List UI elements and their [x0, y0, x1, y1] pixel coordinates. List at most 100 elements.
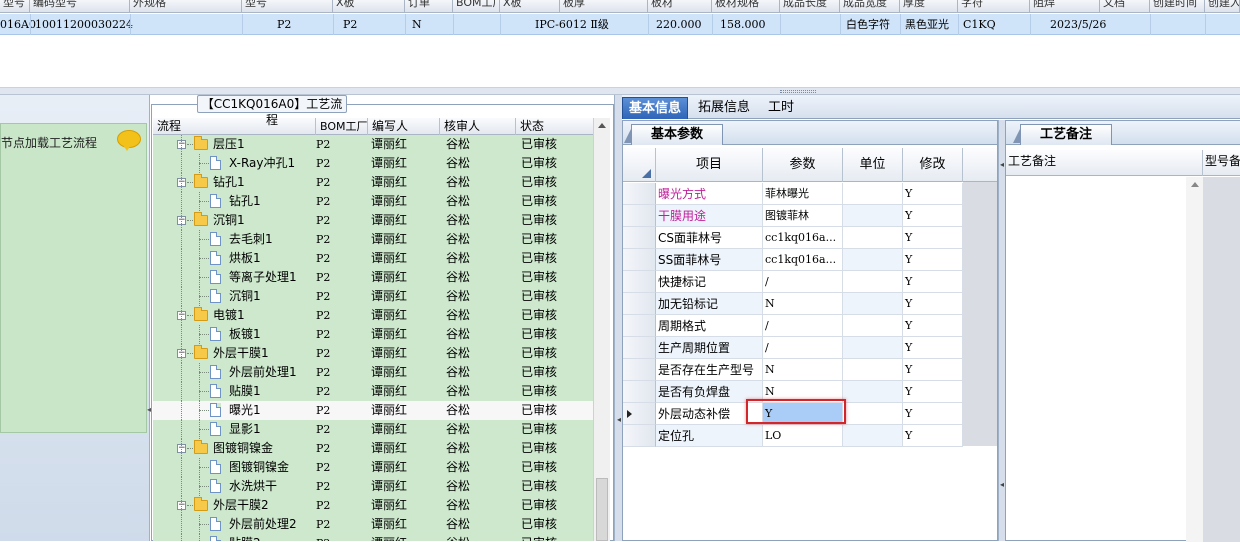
top-grid-column-header[interactable]: 阻焊	[1030, 0, 1100, 12]
column-header-process-note[interactable]: 工艺备注	[1006, 150, 1203, 176]
param-unit-cell[interactable]	[843, 315, 903, 337]
tab-process-notes[interactable]: 工艺备注	[1013, 124, 1112, 145]
top-grid-selected-row[interactable]: 016A0 10011200030224 P2 P2 N IPC-6012 Ⅱ级…	[0, 14, 1240, 35]
param-value-cell[interactable]: N	[763, 293, 843, 315]
param-modify-cell[interactable]: Y	[903, 403, 963, 425]
param-row[interactable]: 快捷标记 / Y	[623, 271, 997, 293]
top-grid-column-header[interactable]: 字符	[958, 0, 1030, 12]
param-modify-cell[interactable]: Y	[903, 337, 963, 359]
collapse-arrow-icon[interactable]: ◂	[1000, 160, 1004, 169]
tree-step-row[interactable]: 钻孔1 P2 谭丽红 谷松 已审核	[153, 192, 593, 211]
param-value-cell[interactable]: cc1kq016a...	[763, 227, 843, 249]
row-indicator[interactable]	[623, 403, 656, 425]
row-indicator[interactable]	[623, 425, 656, 447]
tree-step-row[interactable]: 板镀1 P2 谭丽红 谷松 已审核	[153, 325, 593, 344]
param-unit-cell[interactable]	[843, 425, 903, 447]
param-unit-cell[interactable]	[843, 403, 903, 425]
row-indicator[interactable]	[623, 227, 656, 249]
tree-folder-row[interactable]: − 外层干膜1 P2 谭丽红 谷松 已审核	[153, 344, 593, 363]
param-modify-cell[interactable]: Y	[903, 425, 963, 447]
tree-step-row[interactable]: 沉铜1 P2 谭丽红 谷松 已审核	[153, 287, 593, 306]
grid-corner-icon[interactable]	[623, 148, 656, 182]
scroll-thumb[interactable]	[596, 478, 608, 541]
tree-step-row[interactable]: 贴膜2P2谭丽红谷松已审核	[153, 534, 593, 541]
param-unit-cell[interactable]	[843, 359, 903, 381]
param-value-cell[interactable]: /	[763, 315, 843, 337]
collapse-arrow-icon[interactable]: ◂	[1000, 480, 1004, 489]
param-value-cell[interactable]: /	[763, 271, 843, 293]
scroll-up-arrow-icon[interactable]	[1191, 182, 1199, 187]
top-grid-column-header[interactable]: BOM工厂	[453, 0, 500, 12]
param-unit-cell[interactable]	[843, 205, 903, 227]
tree-folder-row[interactable]: − 电镀1 P2 谭丽红 谷松 已审核	[153, 306, 593, 325]
top-grid-column-header[interactable]: 型号	[0, 0, 30, 12]
param-modify-cell[interactable]: Y	[903, 205, 963, 227]
top-grid-column-header[interactable]: 订单	[405, 0, 453, 12]
param-unit-cell[interactable]	[843, 337, 903, 359]
collapse-arrow-icon[interactable]: ◂	[617, 415, 621, 424]
param-row[interactable]: 生产周期位置 / Y	[623, 337, 997, 359]
middle-splitter[interactable]: ◂	[614, 95, 622, 541]
top-grid-column-header[interactable]: 型号	[242, 0, 333, 12]
tree-step-row[interactable]: 显影1 P2 谭丽红 谷松 已审核	[153, 420, 593, 439]
param-unit-cell[interactable]	[843, 249, 903, 271]
top-grid-column-header[interactable]: 外规格	[130, 0, 242, 12]
tree-step-row[interactable]: 去毛刺1 P2 谭丽红 谷松 已审核	[153, 230, 593, 249]
column-header-reviewer[interactable]: 核审人	[440, 118, 516, 135]
param-modify-cell[interactable]: Y	[903, 227, 963, 249]
column-header-status[interactable]: 状态	[516, 118, 593, 135]
param-unit-cell[interactable]	[843, 183, 903, 205]
param-modify-cell[interactable]: Y	[903, 293, 963, 315]
tab-work-hours[interactable]: 工时	[762, 97, 800, 119]
param-modify-cell[interactable]: Y	[903, 271, 963, 293]
tree-step-row[interactable]: X-Ray冲孔1 P2 谭丽红 谷松 已审核	[153, 154, 593, 173]
top-grid-column-header[interactable]: 创建时间	[1150, 0, 1205, 12]
row-indicator[interactable]	[623, 315, 656, 337]
tree-scrollbar[interactable]	[593, 118, 610, 541]
tree-folder-row[interactable]: − 层压1 P2 谭丽红 谷松 已审核	[153, 135, 593, 154]
horizontal-splitter[interactable]	[0, 88, 1240, 95]
param-row[interactable]: SS面菲林号 cc1kq016a... Y	[623, 249, 997, 271]
row-indicator[interactable]	[623, 271, 656, 293]
tree-step-row[interactable]: 曝光1 P2 谭丽红 谷松 已审核	[153, 401, 593, 420]
row-indicator[interactable]	[623, 337, 656, 359]
param-value-cell[interactable]: LO	[763, 425, 843, 447]
row-indicator[interactable]	[623, 205, 656, 227]
top-grid-column-header[interactable]: 板材规格	[712, 0, 780, 12]
column-header-unit[interactable]: 单位	[843, 148, 903, 182]
param-row[interactable]: 周期格式 / Y	[623, 315, 997, 337]
tab-basic-info[interactable]: 基本信息	[622, 97, 689, 119]
row-indicator[interactable]	[623, 183, 656, 205]
param-unit-cell[interactable]	[843, 293, 903, 315]
top-grid-column-header[interactable]: X板	[500, 0, 560, 12]
param-row[interactable]: CS面菲林号 cc1kq016a... Y	[623, 227, 997, 249]
top-grid-column-header[interactable]: 文档	[1100, 0, 1150, 12]
row-indicator[interactable]	[623, 359, 656, 381]
column-header-model-note[interactable]: 型号备	[1203, 150, 1240, 176]
param-value-cell[interactable]: N	[763, 359, 843, 381]
speech-bubble-icon[interactable]	[117, 130, 141, 151]
param-modify-cell[interactable]: Y	[903, 359, 963, 381]
top-grid-column-header[interactable]: 板材	[648, 0, 712, 12]
column-header-modify[interactable]: 修改	[903, 148, 963, 182]
column-header-bom[interactable]: BOM工厂	[316, 118, 368, 135]
param-modify-cell[interactable]: Y	[903, 249, 963, 271]
param-modify-cell[interactable]: Y	[903, 381, 963, 403]
param-row[interactable]: 定位孔 LO Y	[623, 425, 997, 447]
param-value-cell[interactable]: 菲林曝光	[763, 183, 843, 205]
column-header-value[interactable]: 参数	[763, 148, 843, 182]
node-load-box[interactable]: 节点加载工艺流程	[0, 123, 147, 433]
top-grid-column-header[interactable]: 板厚	[560, 0, 648, 12]
tree-step-row[interactable]: 外层前处理2 P2 谭丽红 谷松 已审核	[153, 515, 593, 534]
top-grid-column-header[interactable]: 创建人	[1205, 0, 1240, 12]
param-value-cell[interactable]: /	[763, 337, 843, 359]
row-indicator[interactable]	[623, 293, 656, 315]
tree-folder-row[interactable]: − 图镀铜镍金 P2 谭丽红 谷松 已审核	[153, 439, 593, 458]
tree-step-row[interactable]: 等离子处理1 P2 谭丽红 谷松 已审核	[153, 268, 593, 287]
param-unit-cell[interactable]	[843, 271, 903, 293]
param-unit-cell[interactable]	[843, 381, 903, 403]
tree-folder-row[interactable]: − 钻孔1 P2 谭丽红 谷松 已审核	[153, 173, 593, 192]
column-header-flow[interactable]: 流程	[153, 118, 316, 135]
top-grid-column-header[interactable]: X板	[333, 0, 405, 12]
tab-extended-info[interactable]: 拓展信息	[692, 97, 756, 119]
